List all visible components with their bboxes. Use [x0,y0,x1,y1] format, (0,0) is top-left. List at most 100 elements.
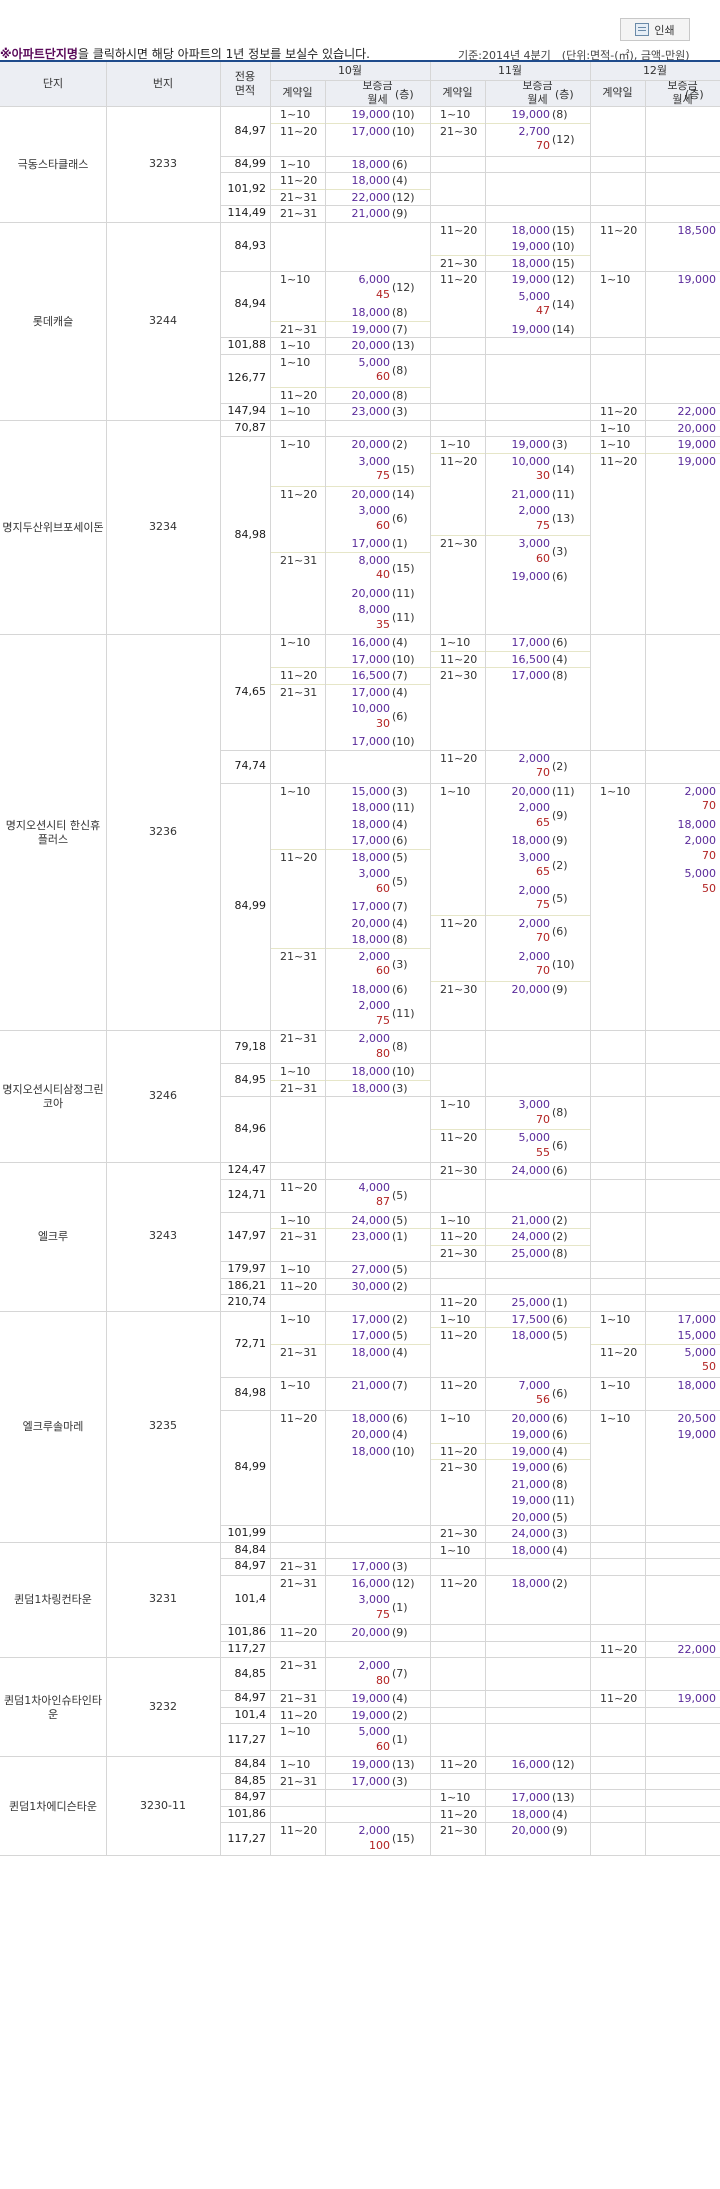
floor-value: (15) [552,256,575,270]
contract-date: 1~10 [600,421,631,435]
deposit-value: 20,000 [511,1510,551,1524]
contract-date: 21~31 [280,1659,318,1672]
contract-date: 11~20 [600,454,638,468]
complex-name-link[interactable]: 엘크루솔마레 [2,1412,104,1442]
monthly-rent-value: 56 [536,1393,550,1406]
grid-line [270,848,430,850]
floor-value: (2) [392,1279,408,1293]
deposit-header: 보증금 월세 [325,79,430,106]
deposit-value: 20,000 [677,421,717,435]
floor-value: (5) [392,1213,408,1227]
floor-header: (층) [395,88,414,101]
area-value: 126,77 [227,371,267,385]
deposit-value: 18,000 [351,982,391,996]
deposit-value: 24,000 [511,1164,551,1177]
monthly-rent-value: 70 [702,799,716,812]
contract-date: 11~20 [600,223,638,237]
contract-date: 11~20 [440,1758,478,1771]
floor-value: (4) [392,817,408,831]
contract-date: 1~10 [280,1312,311,1326]
grid-line [0,1310,720,1312]
grid-line [430,667,590,668]
deposit-value: 8,000 [358,603,391,616]
floor-value: (3) [392,1081,408,1095]
floor-value: (1) [392,1733,408,1747]
deposit-value: 23,000 [351,405,391,418]
area-value: 84,97 [234,1790,267,1804]
monthly-rent-value: 60 [376,881,390,895]
area-value: 84,85 [234,1773,267,1787]
transaction-table: 단지 번지 전용 면적 10월 계약일 보증금 월세 (층) 11월 계약일 보증금 월세 (층) 1… [0,60,720,2189]
complex-name-link[interactable]: 퀸덤1차에디슨타운 [2,1792,104,1822]
contract-date: 21~30 [440,124,478,138]
deposit-value: 8,000 [358,553,391,567]
deposit-value: 2,000 [358,1032,391,1045]
floor-value: (11) [552,784,575,798]
floor-value: (12) [392,190,415,204]
contract-date: 1~10 [280,108,311,121]
contract-date: 1~10 [440,1791,471,1804]
deposit-value: 20,000 [351,487,391,501]
grid-line [270,320,430,322]
floor-value: (3) [392,1774,408,1788]
floor-value: (6) [552,1164,568,1177]
deposit-value: 22,000 [677,1642,717,1656]
contract-date: 11~20 [440,652,478,666]
deposit-value: 17,000 [351,1329,391,1342]
monthly-rent-value: 75 [376,469,390,482]
deposit-value: 17,000 [351,124,391,138]
contract-date: 21~30 [440,1527,478,1540]
floor-value: (5) [552,1510,568,1524]
floor-value: (12) [552,273,575,286]
complex-name-link[interactable]: 명지오션시티삼정그린코아 [2,1082,104,1112]
floor-value: (1) [392,1230,408,1243]
deposit-value: 19,000 [511,1494,551,1507]
contract-date: 1~10 [440,1543,471,1557]
monthly-rent-value: 60 [376,518,390,532]
print-button[interactable]: 인쇄 [620,18,690,41]
floor-value: (7) [392,1378,408,1392]
contract-date: 11~20 [440,1131,478,1144]
monthly-rent-value: 65 [536,815,550,829]
floor-value: (13) [392,339,415,352]
floor-value: (2) [392,1708,408,1722]
monthly-rent-value: 75 [376,1013,390,1027]
floor-value: (3) [552,1527,568,1540]
deposit-value: 5,000 [358,1725,391,1738]
complex-name-link[interactable]: 극동스타클래스 [2,150,104,180]
floor-value: (8) [392,933,408,946]
floor-value: (6) [552,1386,568,1400]
grid-line [220,62,221,1855]
floor-value: (12) [392,281,415,295]
contract-date: 1~10 [440,1098,471,1111]
deposit-value: 18,000 [351,850,391,864]
contract-date: 21~30 [440,982,478,996]
monthly-rent-value: 55 [536,1145,550,1159]
complex-name-link[interactable]: 엘크루 [2,1222,104,1252]
deposit-value: 17,000 [351,900,391,913]
complex-name-link[interactable]: 퀸덤1차아인슈타인타운 [2,1693,104,1723]
deposit-value: 19,000 [351,1708,391,1722]
floor-value: (9) [552,1824,568,1837]
grid-line [270,667,430,668]
deposit-value: 17,000 [511,636,551,649]
grid-line [430,62,431,1855]
floor-value: (4) [552,1444,568,1458]
area-value: 101,86 [227,1625,267,1639]
floor-value: (8) [552,108,568,121]
floor-value: (15) [392,462,415,476]
deposit-value: 2,000 [518,949,551,963]
complex-name-link[interactable]: 명지오션시티 한신휴플러스 [2,818,104,848]
complex-name-link[interactable]: 롯데캐슬 [2,307,104,337]
deposit-value: 17,000 [351,1560,391,1573]
grid-line [270,1079,430,1081]
contract-date: 1~10 [600,784,631,798]
deposit-value: 20,000 [511,784,551,798]
floor-value: (6) [552,570,568,583]
floor-value: (4) [392,1428,408,1441]
lot-number: 3231 [149,1592,177,1606]
grid-line [430,1129,590,1130]
complex-name-link[interactable]: 명지두산위브포세이돈 [2,513,104,543]
deposit-value: 5,000 [684,867,717,880]
complex-name-link[interactable]: 퀸덤1차링컨타운 [2,1585,104,1615]
